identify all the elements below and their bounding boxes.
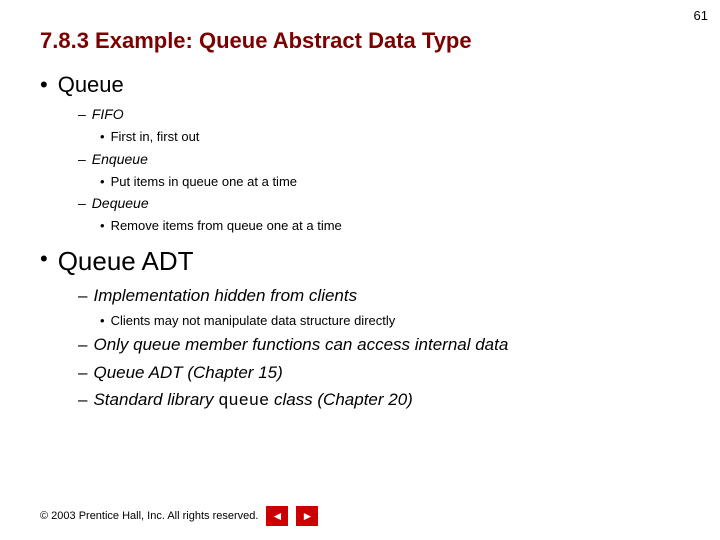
enqueue-bullet1-text: Put items in queue one at a time: [111, 172, 297, 192]
bullet1-sublist: – FIFO • First in, first out – Enqueue •…: [78, 104, 680, 236]
enqueue-sublist: • Put items in queue one at a time: [100, 172, 680, 192]
fifo-bullet1-dot: •: [100, 127, 105, 147]
bullet2-label: Queue ADT: [58, 246, 194, 277]
stdlib-code: queue: [218, 392, 269, 411]
dequeue-bullet1-text: Remove items from queue one at a time: [111, 216, 342, 236]
enqueue-item: – Enqueue: [78, 149, 680, 170]
slide-container: 7.8.3 Example: Queue Abstract Data Type …: [0, 0, 720, 435]
fifo-label: FIFO: [92, 104, 124, 125]
impl-label: Implementation hidden from clients: [93, 283, 357, 309]
impl-item: – Implementation hidden from clients: [78, 283, 680, 309]
fifo-item: – FIFO: [78, 104, 680, 125]
footer: © 2003 Prentice Hall, Inc. All rights re…: [40, 506, 318, 526]
next-button[interactable]: ►: [296, 506, 318, 526]
next-icon: ►: [301, 509, 313, 523]
dequeue-sublist: • Remove items from queue one at a time: [100, 216, 680, 236]
stdlib-prefix: Standard library: [93, 390, 218, 409]
enqueue-bullet1-dot: •: [100, 172, 105, 192]
fifo-bullet1-text: First in, first out: [111, 127, 200, 147]
fifo-dash: –: [78, 104, 86, 125]
bullet1: • Queue: [40, 72, 680, 98]
stdlib-label: Standard library queue class (Chapter 20…: [93, 387, 412, 415]
impl-bullet1-dot: •: [100, 311, 105, 331]
dequeue-dash: –: [78, 193, 86, 214]
footer-copyright: © 2003 Prentice Hall, Inc. All rights re…: [40, 510, 258, 522]
bullet2-dot: •: [40, 246, 48, 272]
stdlib-item: – Standard library queue class (Chapter …: [78, 387, 680, 415]
only-queue-item: – Only queue member functions can access…: [78, 332, 680, 358]
bullet2: • Queue ADT: [40, 246, 680, 277]
enqueue-bullet1: • Put items in queue one at a time: [100, 172, 680, 192]
slide-title: 7.8.3 Example: Queue Abstract Data Type: [40, 28, 680, 54]
queue-adt-chapter-item: – Queue ADT (Chapter 15): [78, 360, 680, 386]
bullet1-dot: •: [40, 72, 48, 98]
fifo-sublist: • First in, first out: [100, 127, 680, 147]
bullet1-label: Queue: [58, 72, 124, 98]
impl-sublist: • Clients may not manipulate data struct…: [100, 311, 680, 331]
dequeue-item: – Dequeue: [78, 193, 680, 214]
page-number: 61: [694, 8, 708, 23]
impl-bullet1: • Clients may not manipulate data struct…: [100, 311, 680, 331]
queue-adt-chapter-dash: –: [78, 360, 87, 386]
impl-dash: –: [78, 283, 87, 309]
only-queue-dash: –: [78, 332, 87, 358]
bullet2-sublist: – Implementation hidden from clients • C…: [78, 283, 680, 415]
queue-adt-chapter-label: Queue ADT (Chapter 15): [93, 360, 282, 386]
only-queue-label: Only queue member functions can access i…: [93, 332, 508, 358]
prev-icon: ◄: [271, 509, 283, 523]
stdlib-dash: –: [78, 387, 87, 413]
impl-bullet1-text: Clients may not manipulate data structur…: [111, 311, 396, 331]
enqueue-dash: –: [78, 149, 86, 170]
dequeue-bullet1: • Remove items from queue one at a time: [100, 216, 680, 236]
dequeue-bullet1-dot: •: [100, 216, 105, 236]
dequeue-label: Dequeue: [92, 193, 149, 214]
fifo-bullet1: • First in, first out: [100, 127, 680, 147]
enqueue-label: Enqueue: [92, 149, 148, 170]
prev-button[interactable]: ◄: [266, 506, 288, 526]
stdlib-suffix: class (Chapter 20): [269, 390, 413, 409]
